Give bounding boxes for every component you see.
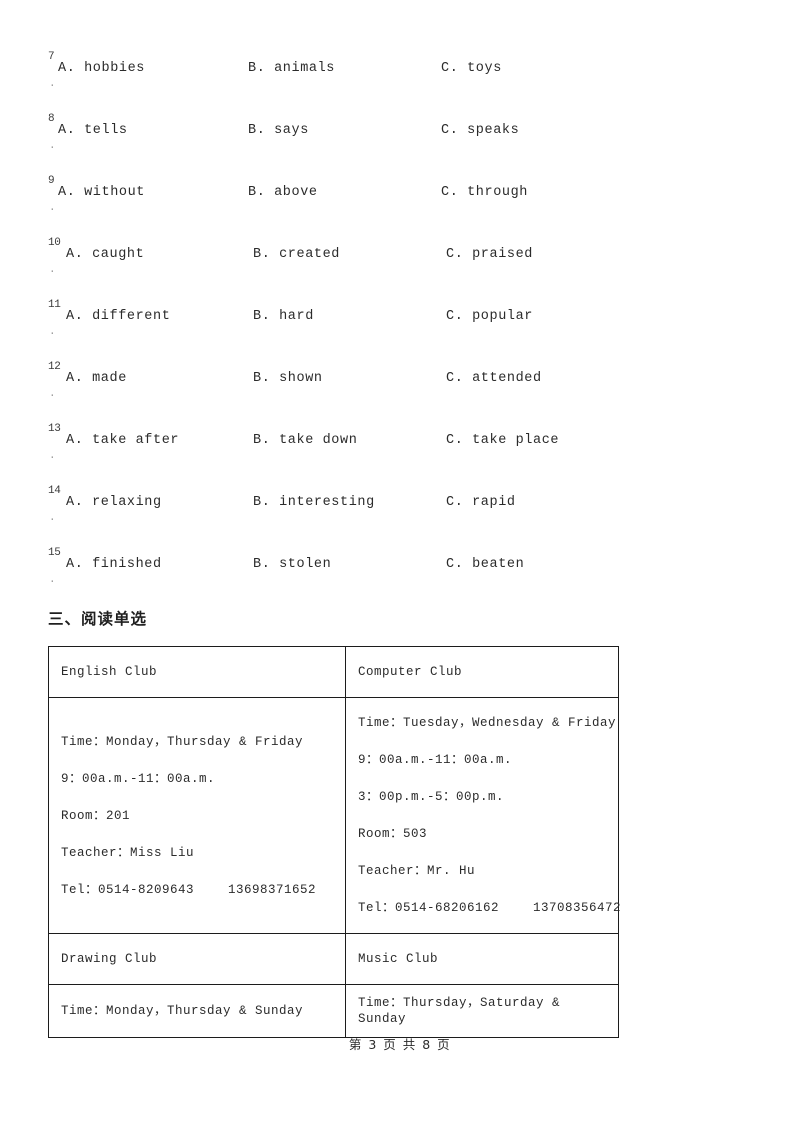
computer-club-tel: Tel：0514-68206162 xyxy=(358,901,500,915)
cloze-option-row: 11 . A. different B. hard C. popular xyxy=(48,300,608,362)
english-club-tel: Tel：0514-8209643 xyxy=(61,882,195,897)
question-number-dot: . xyxy=(49,264,56,276)
choice-c[interactable]: C. take place xyxy=(446,433,559,449)
choice-a[interactable]: A. finished xyxy=(66,557,162,573)
section-heading: 三、阅读单选 xyxy=(48,610,148,628)
question-number: 13 xyxy=(48,423,61,435)
question-number: 11 xyxy=(48,299,61,311)
choice-a[interactable]: A. hobbies xyxy=(58,61,145,77)
computer-club-title-cell: Computer Club xyxy=(345,646,619,698)
choice-b[interactable]: B. interesting xyxy=(253,495,375,511)
question-number: 12 xyxy=(48,361,61,373)
choice-b[interactable]: B. stolen xyxy=(253,557,331,573)
computer-club-teacher: Teacher：Mr. Hu xyxy=(358,864,476,878)
choice-c[interactable]: C. speaks xyxy=(441,123,519,139)
cloze-option-row: 7 . A. hobbies B. animals C. toys xyxy=(48,52,608,114)
cloze-option-row: 13 . A. take after B. take down C. take … xyxy=(48,424,608,486)
english-club-title-cell: English Club xyxy=(48,646,346,698)
choice-c[interactable]: C. popular xyxy=(446,309,533,325)
question-number: 10 xyxy=(48,237,61,249)
english-club-tel-line: Tel：0514-8209643 13698371652 xyxy=(61,882,333,898)
english-club-title: English Club xyxy=(61,665,158,679)
computer-club-room: Room：503 xyxy=(358,827,428,841)
choice-b[interactable]: B. hard xyxy=(253,309,314,325)
cloze-option-row: 8 . A. tells B. says C. speaks xyxy=(48,114,608,176)
choice-b[interactable]: B. take down xyxy=(253,433,357,449)
computer-club-time: Time：Tuesday，Wednesday & Friday xyxy=(358,716,617,730)
page-footer: 第 3 页 共 8 页 xyxy=(348,1037,452,1052)
question-number-dot: . xyxy=(49,574,56,586)
choice-c[interactable]: C. rapid xyxy=(446,495,516,511)
choice-b[interactable]: B. above xyxy=(248,185,318,201)
cloze-option-row: 10 . A. caught B. created C. praised xyxy=(48,238,608,300)
cloze-option-row: 15 . A. finished B. stolen C. beaten xyxy=(48,548,608,610)
drawing-club-title: Drawing Club xyxy=(61,952,158,966)
table-row: Time：Monday，Thursday & Friday 9：00a.m.-1… xyxy=(48,697,621,934)
choice-a[interactable]: A. different xyxy=(66,309,170,325)
choice-b[interactable]: B. animals xyxy=(248,61,335,77)
computer-club-tel-line: Tel：0514-68206162 13708356472 xyxy=(358,900,621,916)
choice-c[interactable]: C. through xyxy=(441,185,528,201)
document-page: 7 . A. hobbies B. animals C. toys 8 . A.… xyxy=(0,0,800,1132)
choice-a[interactable]: A. caught xyxy=(66,247,144,263)
table-row: Drawing Club Music Club xyxy=(48,933,619,985)
question-number-dot: . xyxy=(49,140,56,152)
question-number: 8 xyxy=(48,113,55,125)
choice-a[interactable]: A. without xyxy=(58,185,145,201)
question-number: 9 xyxy=(48,175,55,187)
choice-a[interactable]: A. take after xyxy=(66,433,179,449)
english-club-time: Time：Monday，Thursday & Friday xyxy=(61,734,304,749)
computer-club-title: Computer Club xyxy=(358,665,463,679)
question-number-dot: . xyxy=(49,512,56,524)
english-club-mobile: 13698371652 xyxy=(228,882,317,897)
question-number: 7 xyxy=(48,51,55,63)
drawing-club-time-cell: Time：Monday，Thursday & Sunday xyxy=(48,984,346,1038)
question-number-dot: . xyxy=(49,450,56,462)
computer-club-details-cell: Time：Tuesday，Wednesday & Friday 9：00a.m.… xyxy=(345,697,621,934)
cloze-options-list: 7 . A. hobbies B. animals C. toys 8 . A.… xyxy=(48,52,608,610)
question-number: 15 xyxy=(48,547,61,559)
computer-club-mobile: 13708356472 xyxy=(533,901,622,915)
question-number-dot: . xyxy=(49,78,56,90)
english-club-room: Room：201 xyxy=(61,808,131,823)
music-club-time-cell: Time：Thursday，Saturday & Sunday xyxy=(345,984,619,1038)
computer-club-hours-morning: 9：00a.m.-11：00a.m. xyxy=(358,753,513,767)
english-club-hours-morning: 9：00a.m.-11：00a.m. xyxy=(61,771,216,786)
choice-b[interactable]: B. created xyxy=(253,247,340,263)
question-number-dot: . xyxy=(49,388,56,400)
drawing-club-title-cell: Drawing Club xyxy=(48,933,346,985)
choice-a[interactable]: A. relaxing xyxy=(66,495,162,511)
choice-a[interactable]: A. made xyxy=(66,371,127,387)
music-club-title-cell: Music Club xyxy=(345,933,619,985)
table-row: English Club Computer Club xyxy=(48,646,619,698)
english-club-details-cell: Time：Monday，Thursday & Friday 9：00a.m.-1… xyxy=(48,697,346,934)
music-club-title: Music Club xyxy=(358,952,439,966)
question-number-dot: . xyxy=(49,202,56,214)
cloze-option-row: 9 . A. without B. above C. through xyxy=(48,176,608,238)
cloze-option-row: 14 . A. relaxing B. interesting C. rapid xyxy=(48,486,608,548)
clubs-table: English Club Computer Club Time：Monday，T… xyxy=(48,646,621,1038)
question-number: 14 xyxy=(48,485,61,497)
english-club-teacher: Teacher：Miss Liu xyxy=(61,845,195,860)
choice-c[interactable]: C. attended xyxy=(446,371,542,387)
cloze-option-row: 12 . A. made B. shown C. attended xyxy=(48,362,608,424)
question-number-dot: . xyxy=(49,326,56,338)
choice-c[interactable]: C. toys xyxy=(441,61,502,77)
music-club-time: Time：Thursday，Saturday & Sunday xyxy=(358,996,561,1026)
table-row: Time：Monday，Thursday & Sunday Time：Thurs… xyxy=(48,984,619,1038)
choice-c[interactable]: C. beaten xyxy=(446,557,524,573)
choice-a[interactable]: A. tells xyxy=(58,123,128,139)
choice-b[interactable]: B. says xyxy=(248,123,309,139)
computer-club-hours-afternoon: 3：00p.m.-5：00p.m. xyxy=(358,790,505,804)
choice-c[interactable]: C. praised xyxy=(446,247,533,263)
choice-b[interactable]: B. shown xyxy=(253,371,323,387)
drawing-club-time: Time：Monday，Thursday & Sunday xyxy=(61,1004,304,1018)
